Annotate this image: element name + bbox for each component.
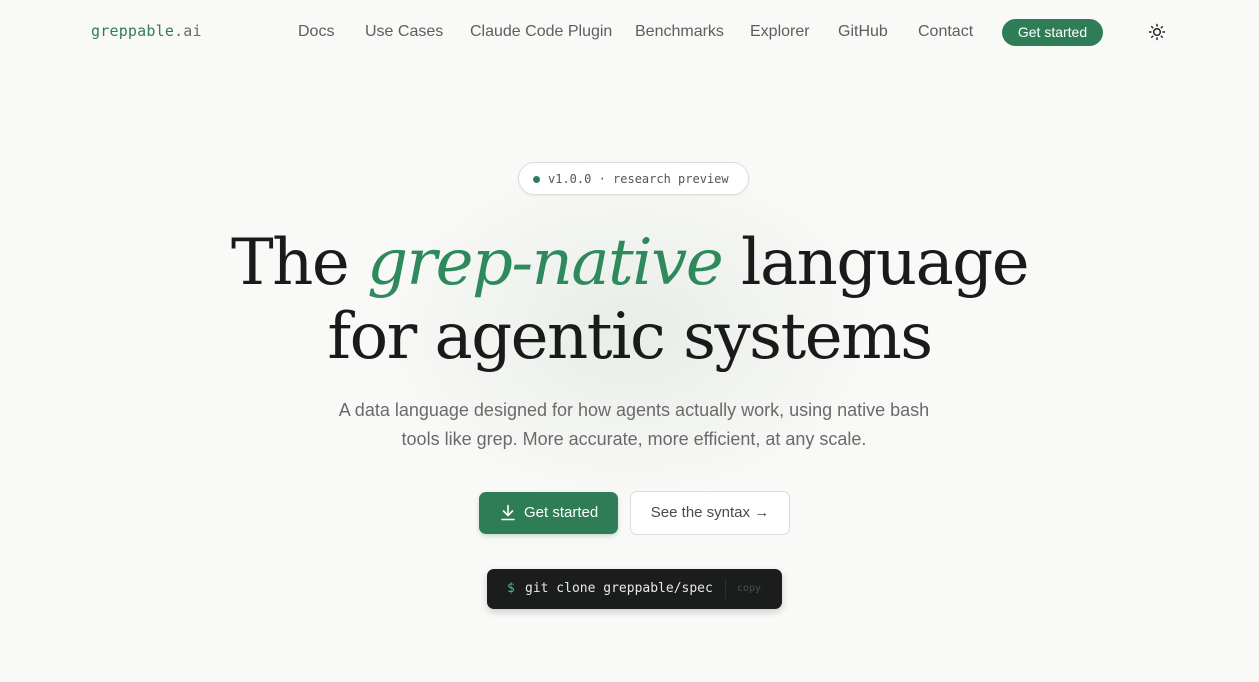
nav-link-use-cases[interactable]: Use Cases xyxy=(365,23,443,41)
nav-link-explorer[interactable]: Explorer xyxy=(750,23,810,41)
logo[interactable]: greppable.ai xyxy=(91,22,202,40)
theme-toggle-button[interactable] xyxy=(1148,23,1166,41)
terminal-snippet: $ git clone greppable/spec copy xyxy=(487,569,782,609)
nav-link-docs[interactable]: Docs xyxy=(298,23,334,41)
headline-after: language xyxy=(722,226,1030,300)
sun-icon xyxy=(1148,23,1166,41)
nav-link-benchmarks[interactable]: Benchmarks xyxy=(635,23,724,41)
hero-subtitle: A data language designed for how agents … xyxy=(0,396,1259,454)
get-started-button[interactable]: Get started xyxy=(479,492,618,534)
nav-link-claude-code-plugin[interactable]: Claude Code Plugin xyxy=(470,23,612,41)
nav-get-started-button[interactable]: Get started xyxy=(1002,19,1103,46)
terminal-command: git clone greppable/spec xyxy=(525,581,713,596)
top-nav: greppable.ai Docs Use Cases Claude Code … xyxy=(0,0,1259,64)
download-icon xyxy=(501,504,515,521)
headline-accent: grep-native xyxy=(367,226,724,300)
version-badge: v1.0.0 · research preview xyxy=(518,162,749,195)
status-dot xyxy=(533,176,540,183)
page: greppable.ai Docs Use Cases Claude Code … xyxy=(0,0,1259,682)
version-badge-text: v1.0.0 · research preview xyxy=(548,172,729,186)
logo-brand: greppable xyxy=(91,22,175,40)
terminal-prompt: $ xyxy=(507,581,515,596)
copy-button[interactable]: copy xyxy=(737,583,761,594)
subtitle-line-1: A data language designed for how agents … xyxy=(338,400,930,420)
copy-divider xyxy=(725,579,726,599)
headline-line-1: The grep-native language xyxy=(0,226,1259,300)
nav-link-contact[interactable]: Contact xyxy=(918,23,973,41)
headline-line-2: for agentic systems xyxy=(327,300,933,374)
headline-before: The xyxy=(230,226,368,300)
see-syntax-button[interactable]: See the syntax → xyxy=(630,491,790,535)
logo-tld: .ai xyxy=(174,22,202,40)
get-started-label: Get started xyxy=(524,504,599,521)
hero-headline: The grep-native language for agentic sys… xyxy=(0,226,1259,374)
nav-link-github[interactable]: GitHub xyxy=(838,23,888,41)
subtitle-line-2: tools like grep. More accurate, more eff… xyxy=(401,429,867,449)
